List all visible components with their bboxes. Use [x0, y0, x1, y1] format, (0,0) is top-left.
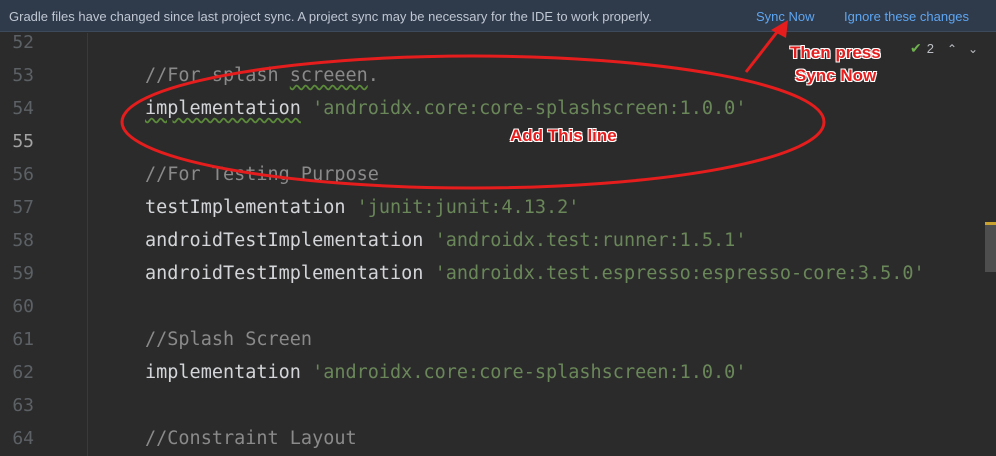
- code-line[interactable]: implementation 'androidx.core:core-splas…: [145, 356, 746, 389]
- check-icon: ✔: [910, 40, 922, 56]
- chevron-up-icon[interactable]: ⌃: [947, 42, 957, 56]
- code-line[interactable]: //For Testing Purpose: [145, 158, 379, 191]
- comment-text: //For Testing Purpose: [145, 164, 379, 185]
- string-literal: 'androidx.test.espresso:espresso-core:3.…: [434, 263, 925, 284]
- sync-now-link[interactable]: Sync Now: [756, 9, 815, 24]
- gradle-sync-banner: Gradle files have changed since last pro…: [0, 0, 996, 32]
- then-press-annotation: Then press: [790, 43, 881, 62]
- chevron-down-icon[interactable]: ⌄: [968, 42, 978, 56]
- line-number: 52: [12, 32, 34, 53]
- typo-squiggle: screeen: [289, 65, 368, 86]
- string-literal: 'junit:junit:4.13.2': [356, 197, 580, 218]
- line-number: 63: [12, 395, 34, 416]
- string-literal: 'androidx.core:core-splashscreen:1.0.0': [312, 98, 747, 119]
- line-number-gutter: 52 53 54 55 56 57 58 59 60 61 62 63 64: [0, 32, 88, 456]
- comment-text: //Splash Screen: [145, 329, 313, 350]
- code-line[interactable]: //Splash Screen: [145, 323, 312, 356]
- code-line[interactable]: androidTestImplementation 'androidx.test…: [145, 257, 925, 290]
- line-number: 61: [12, 329, 34, 350]
- inspection-count: 2: [926, 41, 934, 56]
- banner-message: Gradle files have changed since last pro…: [9, 9, 652, 24]
- inspection-widget[interactable]: ✔ 2 ⌃ ⌄: [910, 40, 978, 57]
- code-line[interactable]: implementation 'androidx.core:core-splas…: [145, 92, 746, 125]
- line-number: 62: [12, 362, 34, 383]
- code-line[interactable]: //Constraint Layout: [145, 422, 357, 455]
- string-literal: 'androidx.test:runner:1.5.1': [434, 230, 747, 251]
- line-number: 57: [12, 197, 34, 218]
- scrollbar-marker: [985, 222, 996, 225]
- string-literal: 'androidx.core:core-splashscreen:1.0.0': [312, 362, 747, 383]
- code-line[interactable]: testImplementation 'junit:junit:4.13.2': [145, 191, 579, 224]
- code-line[interactable]: androidTestImplementation 'androidx.test…: [145, 224, 746, 257]
- comment-text: //For splash screeen.: [145, 65, 379, 86]
- code-token: testImplementation: [145, 197, 346, 218]
- line-number: 59: [12, 263, 34, 284]
- code-token: androidTestImplementation: [145, 230, 424, 251]
- line-number: 54: [12, 98, 34, 119]
- ignore-changes-link[interactable]: Ignore these changes: [844, 9, 969, 24]
- comment-text: //Constraint Layout: [145, 428, 357, 449]
- code-line[interactable]: //For splash screeen.: [145, 59, 379, 92]
- line-number: 53: [12, 65, 34, 86]
- line-number: 56: [12, 164, 34, 185]
- line-number: 60: [12, 296, 34, 317]
- vertical-scrollbar-thumb[interactable]: [985, 222, 996, 272]
- code-token: implementation: [145, 362, 301, 383]
- code-editor[interactable]: //For splash screeen. implementation 'and…: [88, 33, 996, 456]
- line-number: 58: [12, 230, 34, 251]
- code-token: implementation: [145, 98, 301, 119]
- add-line-annotation: Add This line: [510, 126, 617, 145]
- line-number: 64: [12, 428, 34, 449]
- sync-now-annotation: Sync Now: [795, 66, 877, 85]
- line-number: 55: [12, 131, 34, 152]
- code-token: androidTestImplementation: [145, 263, 424, 284]
